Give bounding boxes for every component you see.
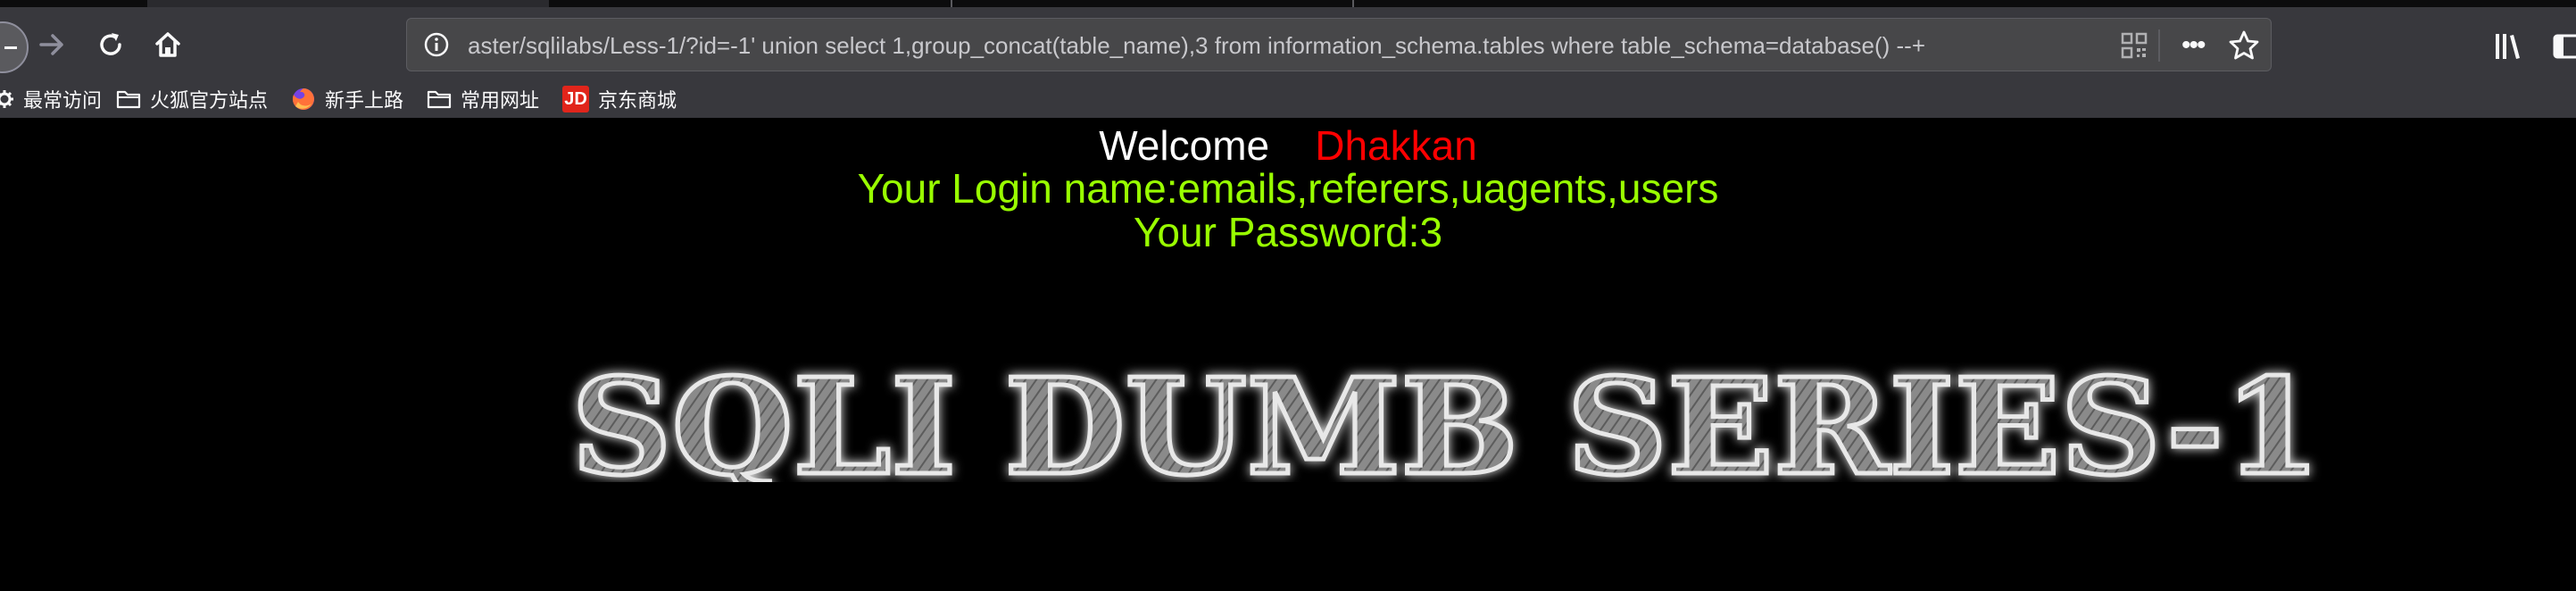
- bookmark-label: 最常访问: [23, 89, 103, 112]
- welcome-name: Dhakkan: [1315, 122, 1477, 169]
- back-arrow-icon: [4, 46, 17, 49]
- info-icon[interactable]: [423, 31, 450, 58]
- url-text[interactable]: aster/sqlilabs/Less-1/?id=-1' union sele…: [468, 31, 2074, 60]
- tab-separator: [1352, 0, 1354, 7]
- bookmark-star-icon[interactable]: [2228, 29, 2260, 62]
- address-bar[interactable]: aster/sqlilabs/Less-1/?id=-1' union sele…: [406, 18, 2272, 71]
- firefox-icon: [292, 88, 314, 110]
- forward-arrow-icon: [39, 34, 63, 55]
- forward-button[interactable]: [27, 20, 77, 70]
- gear-icon: [0, 90, 13, 108]
- password-result: Your Password:3: [1133, 209, 1443, 255]
- page-actions-menu-button[interactable]: •••: [2181, 29, 2206, 62]
- login-name-result: Your Login name:emails,referers,uagents,…: [857, 165, 1719, 212]
- active-tab[interactable]: [147, 0, 549, 7]
- bookmarks-toolbar: 最常访问 火狐官方站点 新手上路 常用网址 JD 京东商城: [0, 80, 2576, 118]
- bookmark-getting-started[interactable]: 新手上路: [291, 84, 403, 114]
- home-button[interactable]: [143, 20, 193, 70]
- bookmark-label: 火狐官方站点: [150, 89, 269, 112]
- bookmark-jd[interactable]: JD 京东商城: [562, 84, 677, 114]
- welcome-label: Welcome: [1099, 122, 1270, 169]
- bookmark-label: 新手上路: [325, 89, 404, 112]
- jd-icon: JD: [562, 86, 589, 112]
- bookmark-firefox-official[interactable]: 火狐官方站点: [116, 84, 268, 114]
- library-icon[interactable]: [2490, 29, 2526, 64]
- bookmark-common-sites[interactable]: 常用网址: [427, 84, 539, 114]
- sqli-dumb-series-logo: SQLI DUMB SERIES-1: [569, 347, 2323, 483]
- folder-icon: [427, 90, 452, 109]
- bookmark-most-visited[interactable]: 最常访问: [0, 84, 102, 114]
- reload-button[interactable]: [86, 20, 136, 70]
- sidebar-icon[interactable]: [2549, 29, 2576, 64]
- welcome-line: Welcome Dhakkan: [0, 121, 2576, 170]
- address-bar-divider: [2158, 29, 2160, 62]
- tab-separator: [951, 0, 952, 7]
- home-icon: [155, 32, 180, 57]
- bookmark-label: 京东商城: [598, 89, 677, 112]
- browser-toolbar: aster/sqlilabs/Less-1/?id=-1' union sele…: [0, 0, 2576, 118]
- reload-icon: [100, 33, 121, 55]
- folder-icon: [116, 90, 141, 109]
- qr-code-icon[interactable]: [2121, 32, 2148, 59]
- bookmark-label: 常用网址: [461, 89, 540, 112]
- back-button[interactable]: [0, 21, 29, 73]
- logo-text: SQLI DUMB SERIES-1: [571, 349, 2321, 482]
